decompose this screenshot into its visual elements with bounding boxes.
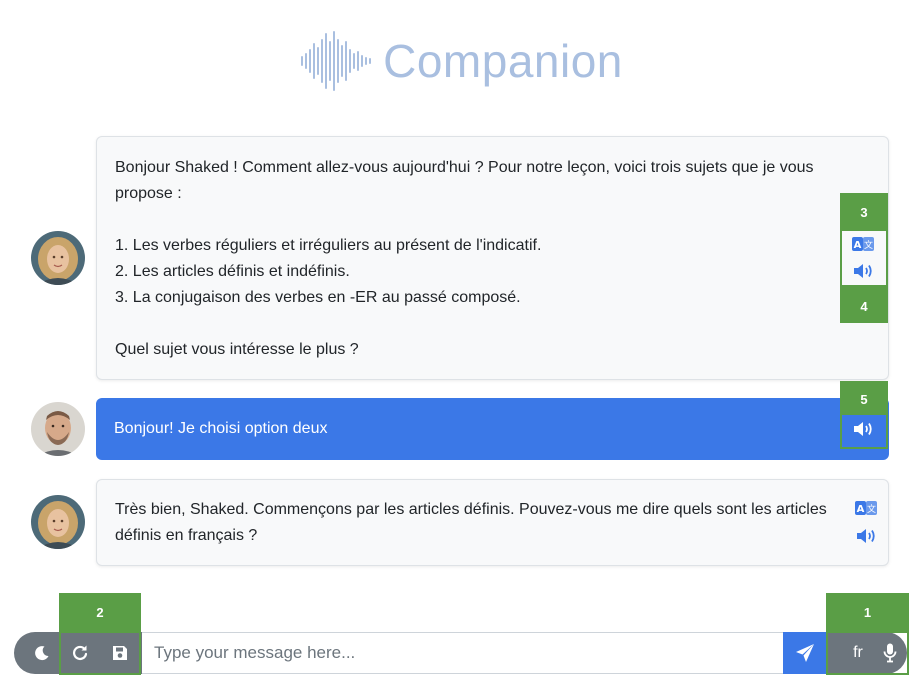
annotation-outline — [840, 413, 888, 449]
paper-plane-icon — [796, 644, 814, 662]
speak-button[interactable] — [843, 526, 889, 546]
translate-button[interactable]: A 文 — [843, 500, 889, 516]
assistant-avatar — [31, 231, 85, 285]
message-input[interactable] — [142, 632, 783, 674]
annotation-marker: 5 — [840, 381, 888, 415]
message-text: Bonjour Shaked ! Comment allez-vous aujo… — [115, 159, 814, 358]
annotation-marker: 4 — [840, 285, 888, 323]
speaker-icon — [857, 529, 875, 543]
annotation-outline — [826, 630, 909, 675]
annotation-outline — [840, 229, 888, 287]
annotation-marker: 1 — [826, 593, 909, 633]
assistant-avatar — [31, 495, 85, 549]
send-button[interactable] — [783, 632, 827, 674]
annotation-marker: 3 — [840, 193, 888, 231]
app-header: Companion — [0, 28, 922, 94]
message-text: Très bien, Shaked. Commençons par les ar… — [115, 501, 827, 544]
annotation-marker: 2 — [59, 593, 141, 633]
moon-icon — [35, 646, 49, 661]
sound-wave-icon — [301, 31, 372, 91]
app-title: Companion — [383, 35, 623, 87]
composer-bar: fr — [14, 632, 907, 674]
annotation-outline — [59, 630, 141, 675]
assistant-message: Bonjour Shaked ! Comment allez-vous aujo… — [96, 136, 889, 380]
theme-toggle-button[interactable] — [22, 632, 62, 674]
message-text: Bonjour! Je choisi option deux — [114, 420, 328, 437]
svg-text:文: 文 — [867, 503, 876, 515]
assistant-message: Très bien, Shaked. Commençons par les ar… — [96, 479, 889, 566]
translate-icon: A 文 — [855, 501, 877, 515]
user-avatar — [31, 402, 85, 456]
user-message: Bonjour! Je choisi option deux — [96, 398, 889, 460]
svg-text:A: A — [857, 504, 865, 515]
